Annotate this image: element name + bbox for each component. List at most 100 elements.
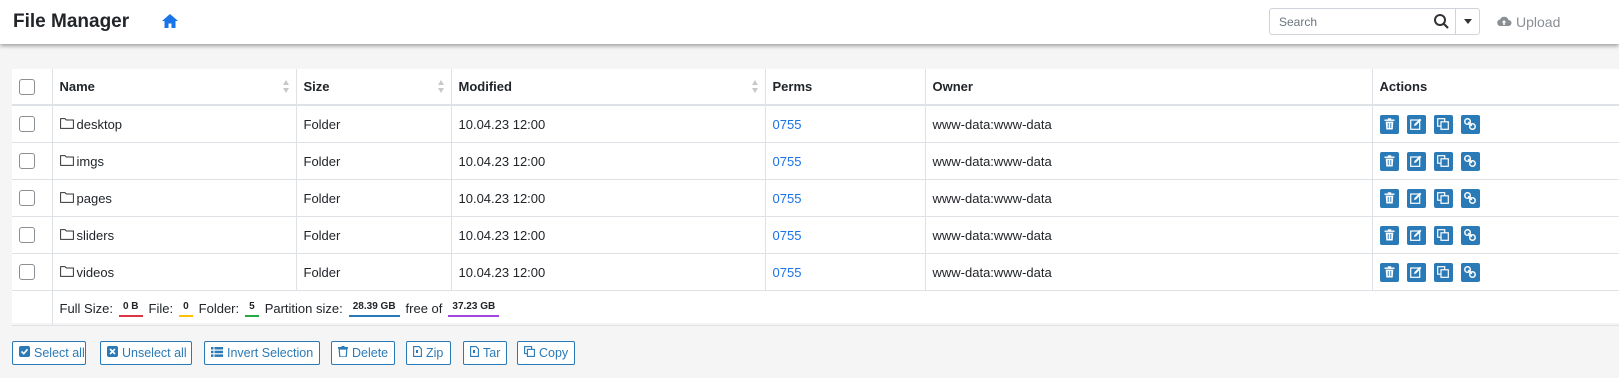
sort-icon[interactable] (282, 80, 290, 94)
unselect-all-button[interactable]: Unselect all (100, 341, 192, 365)
table-row: videos Folder 10.04.23 12:00 0755 www-da… (12, 253, 1619, 291)
table-row: pages Folder 10.04.23 12:00 0755 www-dat… (12, 179, 1619, 217)
row-checkbox[interactable] (19, 227, 35, 243)
copy-file-button[interactable] (1433, 151, 1453, 171)
rename-file-button[interactable] (1406, 114, 1426, 134)
column-header-actions: Actions (1372, 69, 1619, 106)
link-icon (1464, 229, 1476, 241)
row-checkbox[interactable] (19, 153, 35, 169)
file-table: Name Size Modified Perms Owner Actions d… (12, 69, 1619, 326)
sort-icon[interactable] (751, 80, 759, 94)
file-perms-link[interactable]: 0755 (773, 117, 802, 132)
copy-file-button[interactable] (1433, 225, 1453, 245)
row-actions (1379, 151, 1613, 171)
copy-icon (1437, 229, 1449, 241)
row-actions (1379, 188, 1613, 208)
copy-file-button[interactable] (1433, 188, 1453, 208)
table-row: desktop Folder 10.04.23 12:00 0755 www-d… (12, 105, 1619, 143)
zip-button[interactable]: Zip (406, 341, 451, 365)
row-checkbox[interactable] (19, 190, 35, 206)
trash-icon (1384, 118, 1395, 130)
delete-button[interactable]: Delete (331, 341, 395, 365)
file-modified: 10.04.23 12:00 (451, 253, 766, 291)
link-icon (1464, 118, 1476, 130)
search-icon[interactable] (1433, 13, 1450, 30)
trash-icon (338, 346, 348, 360)
upload-button[interactable]: Upload (1496, 14, 1560, 30)
search-input[interactable] (1270, 9, 1448, 34)
delete-file-button[interactable] (1379, 151, 1399, 171)
file-owner: www-data:www-data (925, 216, 1373, 254)
search-group (1269, 8, 1480, 35)
delete-file-button[interactable] (1379, 114, 1399, 134)
trash-icon (1384, 155, 1395, 167)
rename-file-button[interactable] (1406, 188, 1426, 208)
direct-link-button[interactable] (1460, 151, 1480, 171)
folder-label: Folder: (198, 300, 240, 316)
copy-button[interactable]: Copy (517, 341, 575, 365)
column-header-modified[interactable]: Modified (451, 69, 766, 106)
copy-icon (524, 346, 535, 360)
file-name-link[interactable]: imgs (77, 154, 104, 169)
file-perms-link[interactable]: 0755 (773, 154, 802, 169)
file-size: Folder (296, 142, 452, 180)
copy-icon (1437, 155, 1449, 167)
summary-row: Full Size: 0 B File: 0 Folder: 5 Partiti… (12, 290, 1619, 326)
file-label: File: (148, 300, 174, 316)
file-count-badge: 0 (179, 300, 193, 317)
home-icon[interactable] (161, 12, 179, 30)
file-name-link[interactable]: videos (77, 265, 115, 280)
edit-icon (1410, 118, 1422, 130)
copy-icon (1437, 266, 1449, 278)
row-actions (1379, 114, 1613, 134)
copy-file-button[interactable] (1433, 262, 1453, 282)
copy-file-button[interactable] (1433, 114, 1453, 134)
file-modified: 10.04.23 12:00 (451, 105, 766, 143)
row-actions (1379, 262, 1613, 282)
file-archive-icon (413, 346, 422, 360)
search-options-dropdown[interactable] (1456, 8, 1480, 35)
direct-link-button[interactable] (1460, 188, 1480, 208)
trash-icon (1384, 266, 1395, 278)
edit-icon (1410, 229, 1422, 241)
rename-file-button[interactable] (1406, 262, 1426, 282)
row-checkbox[interactable] (19, 264, 35, 280)
direct-link-button[interactable] (1460, 225, 1480, 245)
rename-file-button[interactable] (1406, 151, 1426, 171)
delete-file-button[interactable] (1379, 225, 1399, 245)
file-owner: www-data:www-data (925, 105, 1373, 143)
direct-link-button[interactable] (1460, 262, 1480, 282)
file-size: Folder (296, 216, 452, 254)
delete-file-button[interactable] (1379, 188, 1399, 208)
full-size-badge: 0 B (118, 300, 143, 317)
select-all-checkbox[interactable] (19, 78, 35, 95)
row-checkbox[interactable] (19, 116, 35, 132)
table-row: sliders Folder 10.04.23 12:00 0755 www-d… (12, 216, 1619, 254)
link-icon (1464, 266, 1476, 278)
check-square-icon (19, 346, 30, 360)
file-perms-link[interactable]: 0755 (773, 228, 802, 243)
file-name-link[interactable]: desktop (77, 117, 123, 132)
rename-file-button[interactable] (1406, 225, 1426, 245)
table-header-row: Name Size Modified Perms Owner Actions (12, 69, 1619, 106)
list-icon (211, 346, 223, 360)
close-square-icon (107, 346, 118, 360)
column-header-perms: Perms (765, 69, 926, 106)
select-all-button[interactable]: Select all (12, 341, 86, 365)
column-header-size[interactable]: Size (296, 69, 452, 106)
file-name-link[interactable]: pages (77, 191, 112, 206)
tar-button[interactable]: Tar (463, 341, 507, 365)
file-perms-link[interactable]: 0755 (773, 191, 802, 206)
file-owner: www-data:www-data (925, 142, 1373, 180)
trash-icon (1384, 192, 1395, 204)
cloud-upload-icon (1496, 14, 1512, 30)
direct-link-button[interactable] (1460, 114, 1480, 134)
sort-icon[interactable] (437, 80, 445, 94)
edit-icon (1410, 192, 1422, 204)
column-header-name[interactable]: Name (52, 69, 297, 106)
app-title[interactable]: File Manager (13, 11, 129, 33)
delete-file-button[interactable] (1379, 262, 1399, 282)
file-perms-link[interactable]: 0755 (773, 265, 802, 280)
file-name-link[interactable]: sliders (77, 228, 115, 243)
invert-selection-button[interactable]: Invert Selection (204, 341, 320, 365)
